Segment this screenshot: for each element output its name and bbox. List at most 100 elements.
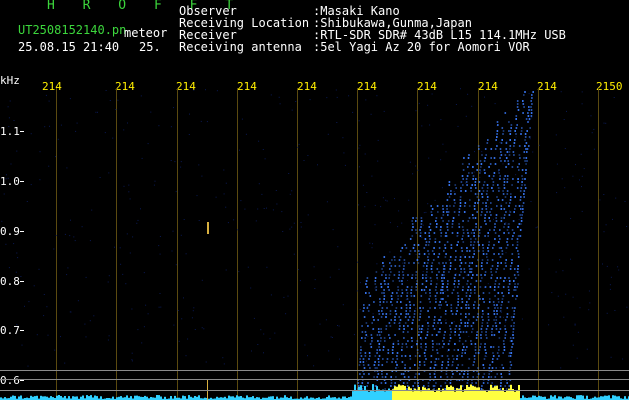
echo-pixel	[471, 214, 474, 216]
echo-pixel	[482, 247, 485, 249]
echo-pixel	[480, 214, 482, 216]
echo-pixel	[435, 286, 437, 288]
echo-pixel	[467, 376, 469, 378]
echo-pixel	[459, 337, 461, 339]
echo-pixel	[458, 340, 461, 342]
noise-bar	[430, 390, 432, 400]
noise-bar	[372, 384, 374, 400]
echo-pixel	[501, 127, 504, 129]
echo-pixel	[477, 202, 479, 204]
echo-pixel	[500, 205, 503, 207]
noise-speckle	[367, 306, 369, 307]
echo-pixel	[513, 145, 515, 147]
noise-speckle	[421, 237, 423, 239]
noise-speckle	[129, 198, 131, 200]
echo-pixel	[503, 226, 505, 228]
echo-pixel	[447, 361, 449, 363]
noise-speckle	[494, 103, 496, 105]
noise-speckle	[408, 199, 410, 201]
noise-speckle	[369, 242, 371, 244]
noise-bar	[306, 396, 308, 400]
echo-pixel	[466, 184, 468, 186]
noise-speckle	[120, 263, 122, 265]
echo-pixel	[482, 202, 484, 204]
echo-pixel	[518, 205, 521, 207]
echo-pixel	[410, 295, 413, 297]
echo-pixel	[436, 292, 438, 294]
echo-pixel	[512, 337, 515, 339]
echo-pixel	[367, 364, 370, 366]
echo-pixel	[388, 334, 390, 336]
echo-pixel	[377, 340, 379, 342]
echo-pixel	[453, 205, 455, 207]
echo-pixel	[417, 262, 420, 264]
echo-pixel	[381, 268, 383, 270]
echo-pixel	[478, 304, 480, 306]
noise-speckle	[99, 177, 101, 178]
echo-pixel	[527, 112, 529, 114]
echo-pixel	[523, 94, 525, 96]
noise-speckle	[499, 141, 501, 143]
echo-pixel	[484, 235, 486, 237]
noise-speckle	[409, 161, 411, 163]
echo-pixel	[370, 346, 373, 348]
noise-speckle	[81, 226, 83, 228]
echo-pixel	[438, 247, 441, 249]
noise-speckle	[473, 171, 475, 173]
echo-pixel	[507, 232, 510, 234]
echo-pixel	[497, 187, 500, 189]
noise-bar	[284, 395, 286, 400]
echo-pixel	[427, 328, 429, 330]
echo-pixel	[442, 262, 444, 264]
echo-pixel	[492, 346, 495, 348]
echo-pixel	[429, 367, 432, 369]
echo-pixel	[517, 178, 519, 180]
noise-bar	[422, 386, 424, 400]
noise-bar	[408, 386, 410, 400]
noise-speckle	[416, 345, 418, 347]
echo-pixel	[425, 286, 427, 288]
echo-pixel	[497, 184, 499, 186]
echo-pixel	[419, 364, 421, 366]
noise-bar	[462, 391, 464, 400]
noise-speckle	[70, 219, 71, 221]
echo-pixel	[492, 355, 495, 357]
noise-bar	[436, 389, 438, 400]
noise-speckle	[297, 146, 299, 148]
noise-speckle	[5, 178, 7, 180]
echo-pixel	[498, 235, 500, 237]
noise-bar	[290, 396, 292, 400]
echo-pixel	[477, 367, 479, 369]
echo-pixel	[509, 199, 512, 201]
echo-pixel	[368, 373, 370, 375]
echo-pixel	[524, 160, 526, 162]
echo-pixel	[440, 322, 442, 324]
echo-pixel	[484, 157, 487, 159]
echo-pixel	[425, 358, 427, 360]
echo-pixel	[378, 331, 380, 333]
echo-pixel	[507, 226, 510, 228]
noise-bar	[396, 386, 398, 400]
echo-pixel	[423, 253, 426, 255]
noise-speckle	[415, 165, 417, 167]
echo-pixel	[415, 229, 417, 231]
echo-pixel	[416, 343, 418, 345]
echo-pixel	[495, 367, 497, 369]
echo-pixel	[461, 376, 464, 378]
noise-speckle	[471, 105, 473, 107]
noise-speckle	[180, 234, 182, 236]
echo-pixel	[455, 325, 458, 327]
noise-speckle	[244, 208, 246, 210]
echo-pixel	[484, 286, 487, 288]
echo-pixel	[509, 211, 512, 213]
noise-speckle	[282, 231, 284, 232]
echo-pixel	[504, 325, 506, 327]
echo-pixel	[476, 316, 479, 318]
echo-pixel	[485, 202, 487, 204]
echo-pixel	[461, 226, 464, 228]
echo-pixel	[449, 382, 452, 384]
noise-bar	[136, 395, 138, 400]
noise-speckle	[337, 246, 339, 248]
noise-speckle	[402, 262, 404, 264]
echo-pixel	[444, 382, 447, 384]
